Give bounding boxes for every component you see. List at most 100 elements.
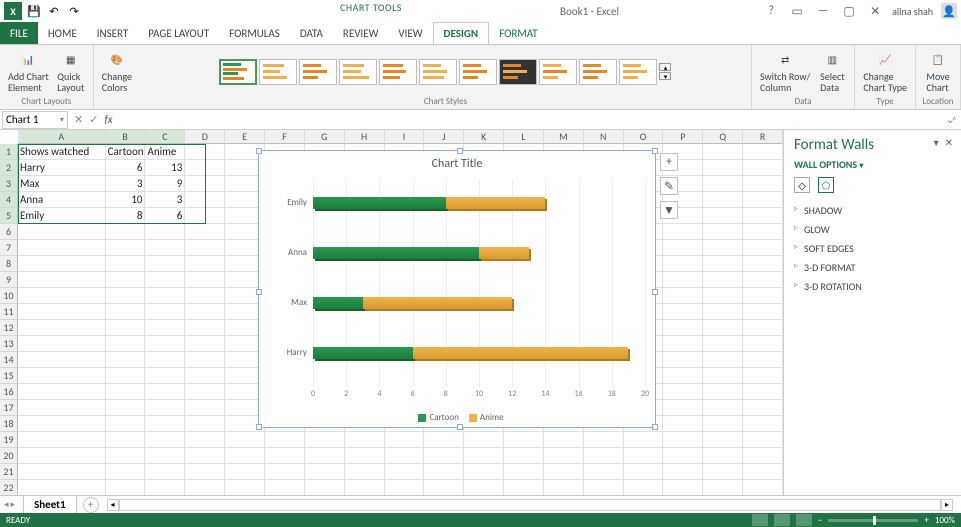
- sheet-nav-prev-icon[interactable]: ◂: [4, 499, 9, 510]
- cell[interactable]: [225, 480, 265, 495]
- cell[interactable]: [106, 320, 146, 336]
- col-header-P[interactable]: P: [663, 130, 703, 144]
- chart-styles-button[interactable]: ✎: [660, 177, 678, 195]
- enter-formula-icon[interactable]: ✓: [89, 113, 98, 126]
- cell[interactable]: [584, 448, 624, 464]
- chart-style-5[interactable]: [379, 59, 417, 85]
- fx-icon[interactable]: fx: [104, 113, 112, 126]
- cell[interactable]: [18, 400, 106, 416]
- cell[interactable]: [703, 336, 743, 352]
- cell[interactable]: [743, 432, 783, 448]
- cell[interactable]: [305, 432, 345, 448]
- col-header-N[interactable]: N: [584, 130, 624, 144]
- cell[interactable]: [743, 448, 783, 464]
- cell[interactable]: [18, 272, 106, 288]
- cell[interactable]: [185, 464, 225, 480]
- col-header-B[interactable]: B: [106, 130, 146, 144]
- cell[interactable]: [185, 144, 225, 160]
- cell[interactable]: [703, 464, 743, 480]
- tab-page-layout[interactable]: PAGE LAYOUT: [138, 22, 219, 44]
- cell[interactable]: [703, 352, 743, 368]
- user-avatar-icon[interactable]: 👤: [941, 3, 957, 19]
- tab-view[interactable]: VIEW: [388, 22, 432, 44]
- cell[interactable]: [225, 464, 265, 480]
- cell[interactable]: [703, 160, 743, 176]
- cell[interactable]: [145, 432, 185, 448]
- cell[interactable]: [703, 400, 743, 416]
- row-header-19[interactable]: 19: [0, 432, 18, 448]
- cell[interactable]: [703, 272, 743, 288]
- cell[interactable]: [18, 352, 106, 368]
- tab-insert[interactable]: INSERT: [87, 22, 139, 44]
- glow-section[interactable]: GLOW: [794, 220, 951, 239]
- ribbon-options-icon[interactable]: ▭: [788, 3, 806, 19]
- soft-edges-section[interactable]: SOFT EDGES: [794, 239, 951, 258]
- cell[interactable]: [584, 480, 624, 495]
- redo-icon[interactable]: ↷: [66, 3, 82, 19]
- view-page-layout-icon[interactable]: [774, 514, 790, 526]
- cell[interactable]: [18, 304, 106, 320]
- cell[interactable]: [743, 224, 783, 240]
- 3d-rotation-section[interactable]: 3-D ROTATION: [794, 277, 951, 296]
- tab-design[interactable]: DESIGN: [433, 22, 490, 44]
- cell[interactable]: [544, 432, 584, 448]
- chart-style-8[interactable]: [499, 59, 537, 85]
- cell[interactable]: [106, 464, 146, 480]
- cell[interactable]: [743, 384, 783, 400]
- col-header-F[interactable]: F: [265, 130, 305, 144]
- cell[interactable]: [385, 464, 425, 480]
- cell[interactable]: [145, 464, 185, 480]
- cell[interactable]: [663, 464, 703, 480]
- cell[interactable]: [106, 368, 146, 384]
- cell[interactable]: [624, 480, 664, 495]
- cell[interactable]: [305, 464, 345, 480]
- cell[interactable]: 9: [145, 176, 185, 192]
- cell[interactable]: [18, 416, 106, 432]
- cell[interactable]: [663, 272, 703, 288]
- cell[interactable]: [18, 480, 106, 495]
- cell[interactable]: [145, 352, 185, 368]
- name-box[interactable]: Chart 1 ▾: [2, 111, 68, 129]
- row-header-13[interactable]: 13: [0, 336, 18, 352]
- cell[interactable]: [106, 352, 146, 368]
- cell[interactable]: [185, 192, 225, 208]
- undo-icon[interactable]: ↶: [46, 3, 62, 19]
- col-header-A[interactable]: A: [18, 130, 106, 144]
- chart-style-3[interactable]: [299, 59, 337, 85]
- col-header-E[interactable]: E: [225, 130, 265, 144]
- cell[interactable]: [743, 160, 783, 176]
- cell[interactable]: [464, 432, 504, 448]
- cell[interactable]: [663, 240, 703, 256]
- col-header-M[interactable]: M: [544, 130, 584, 144]
- cell[interactable]: [18, 464, 106, 480]
- wall-options-dropdown[interactable]: WALL OPTIONS ▾: [794, 158, 951, 171]
- cell[interactable]: [18, 240, 106, 256]
- cell[interactable]: [703, 416, 743, 432]
- cell[interactable]: [624, 464, 664, 480]
- select-data-button[interactable]: ▥Select Data: [816, 47, 848, 95]
- cell[interactable]: 10: [106, 192, 146, 208]
- change-colors-button[interactable]: 🎨Change Colors: [100, 47, 134, 95]
- chart-elements-button[interactable]: +: [660, 153, 678, 171]
- cell[interactable]: [584, 432, 624, 448]
- tab-file[interactable]: FILE: [0, 22, 38, 44]
- cell[interactable]: Cartoon: [106, 144, 146, 160]
- chart-style-1[interactable]: [219, 59, 257, 85]
- cell[interactable]: [185, 272, 225, 288]
- row-header-8[interactable]: 8: [0, 256, 18, 272]
- chart-bar-segment[interactable]: [413, 347, 629, 359]
- cell[interactable]: [185, 208, 225, 224]
- fill-line-tab-icon[interactable]: ◇: [794, 177, 810, 193]
- col-header-L[interactable]: L: [504, 130, 544, 144]
- cell[interactable]: Harry: [18, 160, 106, 176]
- cell[interactable]: [225, 448, 265, 464]
- cell[interactable]: [185, 368, 225, 384]
- tab-format[interactable]: FORMAT: [489, 22, 547, 44]
- cell[interactable]: [584, 464, 624, 480]
- cell[interactable]: [743, 336, 783, 352]
- row-header-16[interactable]: 16: [0, 384, 18, 400]
- cell[interactable]: [663, 384, 703, 400]
- cell[interactable]: 13: [145, 160, 185, 176]
- chart-title[interactable]: Chart Title: [259, 151, 655, 177]
- row-headers[interactable]: 1234567891011121314151617181920212223242…: [0, 144, 18, 495]
